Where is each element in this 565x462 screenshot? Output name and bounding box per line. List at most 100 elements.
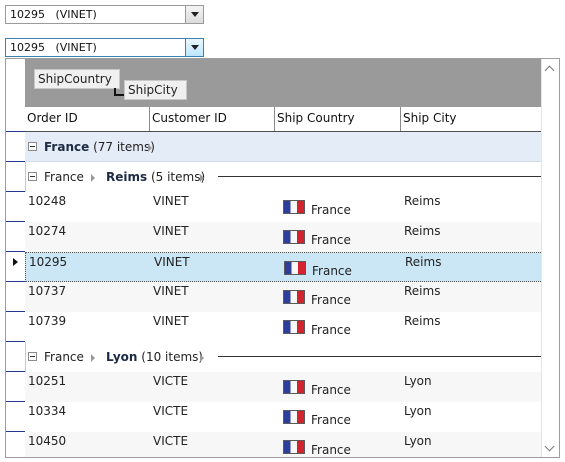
indicator-tick xyxy=(6,221,25,222)
indicator-tick xyxy=(6,311,25,312)
chevron-down-icon xyxy=(191,12,199,17)
group-expand-arrow-icon xyxy=(200,174,204,182)
group-expand-arrow-icon xyxy=(148,144,152,152)
country-name: France xyxy=(311,412,351,427)
group-header-label: France (77 items) xyxy=(44,140,155,154)
country-name: France xyxy=(311,202,351,217)
indicator-tick xyxy=(6,431,25,432)
france-flag-icon xyxy=(283,439,305,454)
group-parent-label: France xyxy=(44,170,84,184)
column-header-order-id[interactable]: Order ID xyxy=(25,107,150,131)
cell-ship-city: Reims xyxy=(404,314,441,328)
cell-ship-city: Lyon xyxy=(404,374,432,388)
dropdown-data-grid: ShipCountry ShipCity Order ID Customer I… xyxy=(5,58,560,458)
table-row[interactable]: 10450 VICTE France Lyon xyxy=(25,432,543,457)
breadcrumb-separator-icon xyxy=(91,174,95,182)
group-header-label: Reims (5 items) xyxy=(106,170,205,184)
group-by-panel[interactable]: ShipCountry ShipCity xyxy=(25,59,543,107)
breadcrumb-separator-icon xyxy=(91,354,95,362)
cell-ship-country: France xyxy=(281,222,403,252)
group-chip-shipcountry[interactable]: ShipCountry xyxy=(34,69,120,89)
france-flag-icon xyxy=(284,260,306,275)
indicator-tick xyxy=(6,191,25,192)
cell-order-id: 10251 xyxy=(28,374,67,388)
combo-value: 10295 (VINET) xyxy=(10,8,97,21)
column-header-customer-id[interactable]: Customer ID xyxy=(150,107,275,131)
indicator-tick xyxy=(6,401,25,402)
column-header-label: Customer ID xyxy=(152,111,227,125)
grid-body: France (77 items) France Reims (5 items)… xyxy=(25,132,543,457)
indicator-tick xyxy=(6,131,25,132)
indicator-tick xyxy=(6,251,25,252)
column-header-label: Order ID xyxy=(27,111,78,125)
group-count: (5 items) xyxy=(150,170,206,184)
group-divider xyxy=(218,176,541,177)
indicator-tick xyxy=(6,341,25,342)
collapse-icon[interactable] xyxy=(28,142,37,151)
order-combo-box-2[interactable]: 10295 (VINET) xyxy=(5,38,204,57)
group-chip-shipcity[interactable]: ShipCity xyxy=(124,80,187,100)
cell-order-id: 10334 xyxy=(28,404,67,418)
cell-order-id: 10450 xyxy=(28,434,67,448)
group-count: (10 items) xyxy=(141,350,204,364)
country-name: France xyxy=(312,263,352,278)
table-row[interactable]: 10739 VINET France Reims xyxy=(25,312,543,342)
column-header-label: Ship Country xyxy=(277,111,355,125)
row-indicator-column xyxy=(6,59,26,457)
group-expand-arrow-icon xyxy=(200,354,204,362)
cell-ship-country: France xyxy=(281,432,403,457)
column-header-ship-country[interactable]: Ship Country xyxy=(275,107,401,131)
cell-order-id: 10295 xyxy=(29,255,68,269)
cell-ship-country: France xyxy=(281,402,403,432)
order-combo-box-1[interactable]: 10295 (VINET) xyxy=(5,5,204,24)
group-divider xyxy=(218,356,541,357)
cell-customer-id: VICTE xyxy=(153,434,189,448)
combo-dropdown-button[interactable] xyxy=(185,6,203,23)
country-name: France xyxy=(311,292,351,307)
chevron-down-icon xyxy=(191,45,199,50)
france-flag-icon xyxy=(283,289,305,304)
cell-ship-country: France xyxy=(281,372,403,402)
column-header-ship-city[interactable]: Ship City xyxy=(401,107,543,131)
cell-customer-id: VINET xyxy=(153,194,189,208)
cell-ship-country: France xyxy=(281,282,403,312)
scroll-up-icon[interactable] xyxy=(544,65,555,76)
france-flag-icon xyxy=(283,319,305,334)
combo-value: 10295 (VINET) xyxy=(10,41,97,54)
group-header-label: Lyon (10 items) xyxy=(106,350,203,364)
collapse-icon[interactable] xyxy=(28,352,37,361)
cell-customer-id: VICTE xyxy=(153,374,189,388)
current-row-arrow-icon xyxy=(13,258,18,266)
combo-dropdown-button[interactable] xyxy=(185,39,203,56)
group-row-france[interactable]: France (77 items) xyxy=(25,132,543,162)
cell-order-id: 10737 xyxy=(28,284,67,298)
country-name: France xyxy=(311,442,351,457)
group-name: France xyxy=(44,140,90,154)
cell-ship-city: Lyon xyxy=(404,434,432,448)
france-flag-icon xyxy=(283,409,305,424)
group-count: (77 items) xyxy=(93,140,155,154)
cell-order-id: 10274 xyxy=(28,224,67,238)
france-flag-icon xyxy=(283,229,305,244)
cell-customer-id: VINET xyxy=(154,255,190,269)
cell-ship-city: Lyon xyxy=(404,404,432,418)
country-name: France xyxy=(311,382,351,397)
scroll-down-icon[interactable] xyxy=(544,441,555,452)
country-name: France xyxy=(311,232,351,247)
column-header-row: Order ID Customer ID Ship Country Ship C… xyxy=(25,107,543,132)
collapse-icon[interactable] xyxy=(28,172,37,181)
vertical-scrollbar[interactable] xyxy=(541,59,559,457)
group-name: Reims xyxy=(106,170,148,184)
indicator-tick xyxy=(6,161,25,162)
cell-ship-city: Reims xyxy=(404,224,441,238)
cell-customer-id: VINET xyxy=(153,314,189,328)
cell-ship-country: France xyxy=(282,253,404,283)
indicator-tick xyxy=(6,281,25,282)
cell-customer-id: VINET xyxy=(153,284,189,298)
cell-customer-id: VINET xyxy=(153,224,189,238)
cell-customer-id: VICTE xyxy=(153,404,189,418)
cell-order-id: 10739 xyxy=(28,314,67,328)
cell-order-id: 10248 xyxy=(28,194,67,208)
country-name: France xyxy=(311,322,351,337)
france-flag-icon xyxy=(283,199,305,214)
